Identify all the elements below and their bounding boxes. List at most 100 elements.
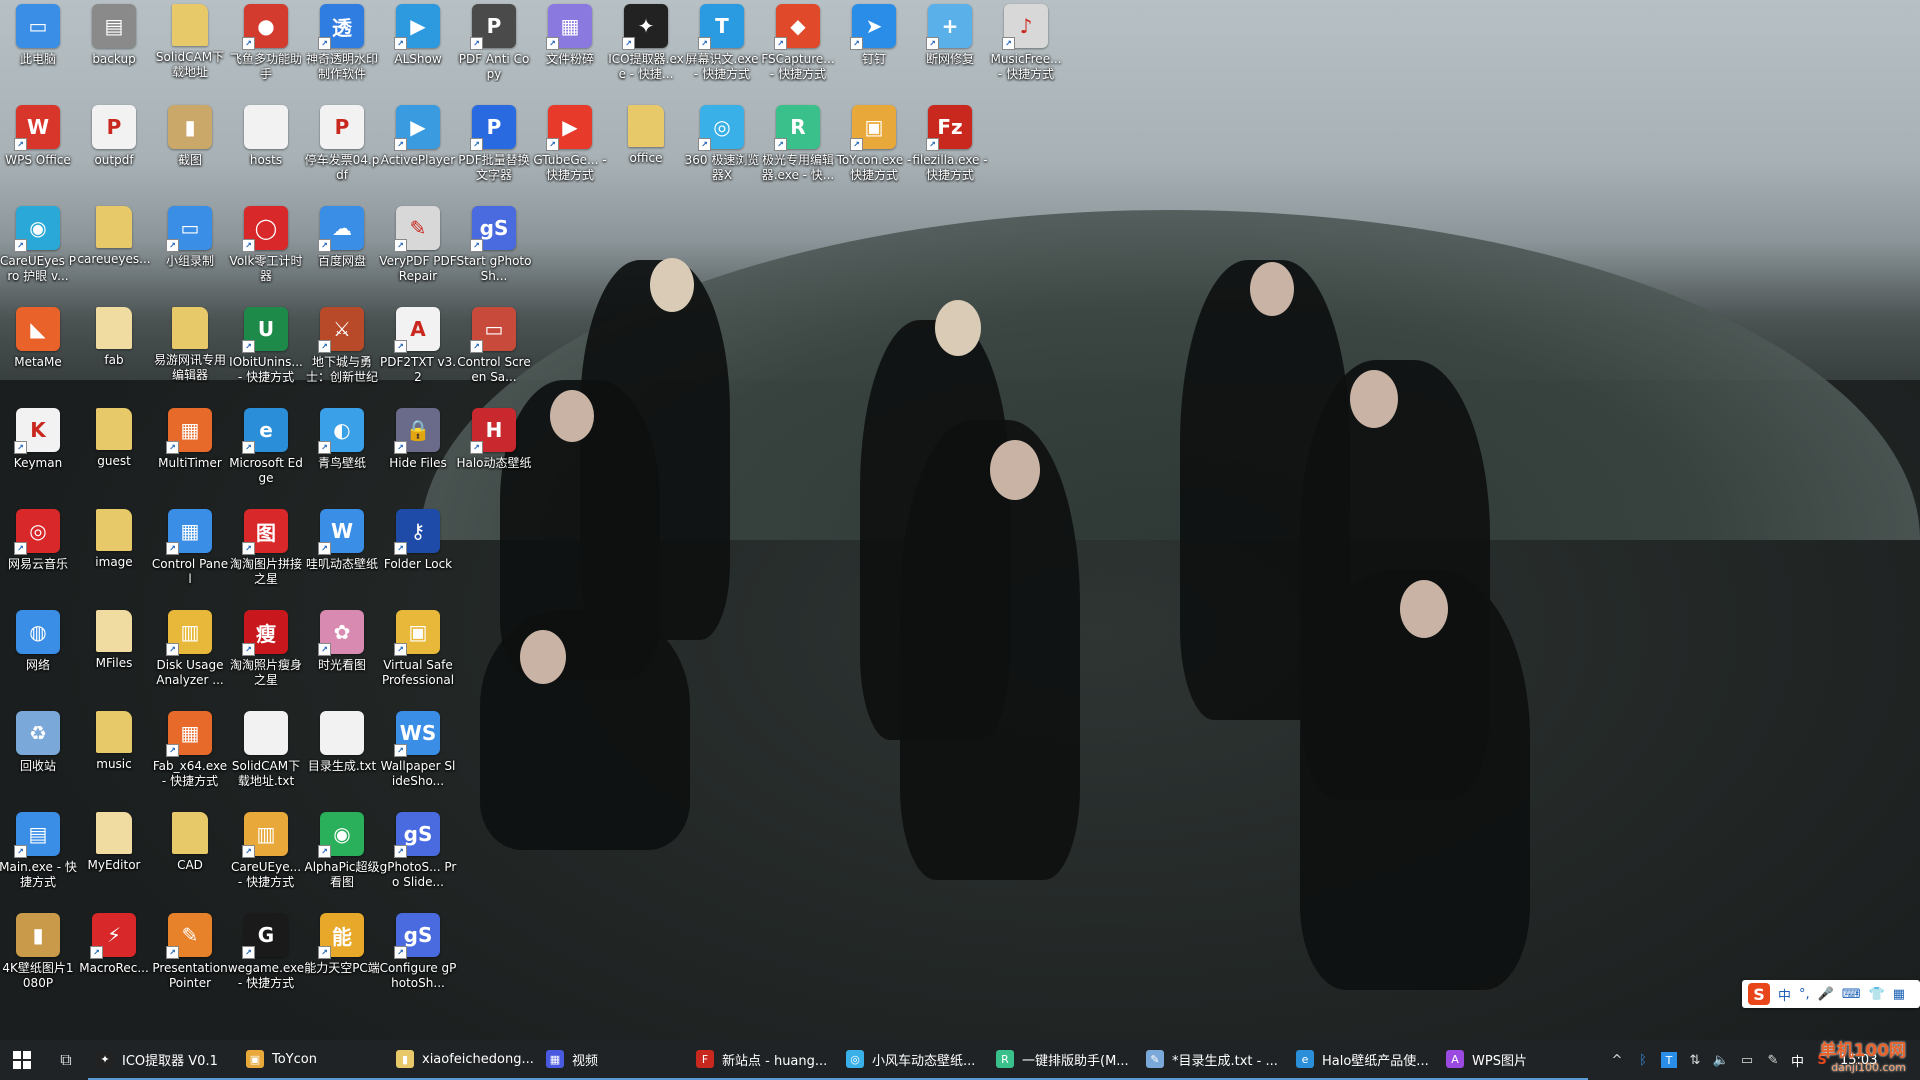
desktop-icon[interactable]: Poutpdf — [76, 101, 152, 201]
taskbar-app-button[interactable]: ✦ ICO提取器 V0.1 — [88, 1040, 238, 1080]
desktop-icon[interactable]: H ↗ Halo动态壁纸 — [456, 404, 532, 504]
desktop-icon[interactable]: W ↗ WPS Office — [0, 101, 76, 201]
taskbar-app-button[interactable]: ✎ *目录生成.txt - ... — [1138, 1040, 1288, 1080]
desktop-icon[interactable]: ▦ ↗ MultiTimer — [152, 404, 228, 504]
desktop-icon[interactable]: P ↗ PDF Anti Copy — [456, 0, 532, 100]
desktop-icon[interactable]: ▦ ↗ Fab_x64.exe - 快捷方式 — [152, 707, 228, 807]
desktop-icon[interactable]: ▦ ↗ 文件粉碎 — [532, 0, 608, 100]
desktop-icon[interactable]: W ↗ 哇叽动态壁纸 — [304, 505, 380, 605]
taskbar-app-button[interactable]: e Halo壁纸产品使... — [1288, 1040, 1438, 1080]
desktop-icon[interactable]: 瘦 ↗ 淘淘照片瘦身之星 — [228, 606, 304, 706]
desktop-icon[interactable]: U ↗ IObitUnins... - 快捷方式 — [228, 303, 304, 403]
tray-app-icon[interactable]: T — [1660, 1052, 1677, 1068]
ime-keyboard-icon[interactable]: ⌨ — [1842, 987, 1861, 1002]
desktop-icon[interactable]: K ↗ Keyman — [0, 404, 76, 504]
bluetooth-icon[interactable]: ᛒ — [1635, 1052, 1651, 1068]
desktop-icon[interactable]: ▶ ↗ GTubeGe... - 快捷方式 — [532, 101, 608, 201]
desktop-icon[interactable]: ◉ ↗ AlphaPic超级看图 — [304, 808, 380, 908]
desktop-icon[interactable]: P ↗ PDF批量替换文字器 — [456, 101, 532, 201]
desktop-icon[interactable]: e ↗ Microsoft Edge — [228, 404, 304, 504]
desktop-icon[interactable]: T ↗ 屏幕识文.exe - 快捷方式 — [684, 0, 760, 100]
desktop-icon[interactable]: P 停车发票04.pdf — [304, 101, 380, 201]
taskbar-app-button[interactable]: A WPS图片 — [1438, 1040, 1588, 1080]
desktop-icon[interactable]: hosts — [228, 101, 304, 201]
desktop-icon[interactable]: ♪ ↗ MusicFree... - 快捷方式 — [988, 0, 1064, 100]
desktop-icon[interactable]: A ↗ PDF2TXT v3.2 — [380, 303, 456, 403]
taskbar-app-button[interactable]: ▮ xiaofeichedong... — [388, 1040, 538, 1080]
ime-toolbar[interactable]: S 中 °, 🎤 ⌨ 👕 ▦ — [1742, 980, 1920, 1008]
desktop-icon[interactable]: ◍ 网络 — [0, 606, 76, 706]
desktop-icon[interactable]: ▭ ↗ Control Screen Sa... — [456, 303, 532, 403]
desktop-icon[interactable]: ◎ ↗ 网易云音乐 — [0, 505, 76, 605]
desktop-icon[interactable]: gS ↗ gPhotoS... Pro Slide... — [380, 808, 456, 908]
task-view-icon[interactable]: ⧉ — [44, 1040, 88, 1080]
desktop-icon[interactable]: ▶ ↗ ALShow — [380, 0, 456, 100]
desktop-icon[interactable]: office — [608, 101, 684, 201]
ime-mode-toggle[interactable]: 中 — [1778, 985, 1791, 1004]
desktop-icon[interactable]: 图 ↗ 淘淘图片拼接之星 — [228, 505, 304, 605]
tray-overflow-chevron-icon[interactable]: ^ — [1609, 1052, 1625, 1068]
desktop-icon[interactable]: SolidCAM下载地址.txt — [228, 707, 304, 807]
desktop-icon[interactable]: Fz ↗ filezilla.exe - 快捷方式 — [912, 101, 988, 201]
start-button[interactable] — [0, 1040, 44, 1080]
desktop-icon[interactable]: MFiles — [76, 606, 152, 706]
desktop-icon[interactable]: ◣ MetaMe — [0, 303, 76, 403]
desktop-icon[interactable]: music — [76, 707, 152, 807]
desktop-icon[interactable]: 🔒 ↗ Hide Files — [380, 404, 456, 504]
volume-icon[interactable]: 🔈 — [1713, 1052, 1729, 1068]
desktop-icon[interactable]: ▤ backup — [76, 0, 152, 100]
desktop-icon[interactable]: ▮ 4K壁纸图片1080P — [0, 909, 76, 1009]
desktop-icon[interactable]: + ↗ 断网修复 — [912, 0, 988, 100]
desktop-icon[interactable]: 易游网讯专用编辑器 — [152, 303, 228, 403]
desktop-icon[interactable]: ▥ ↗ Disk Usage Analyzer ... — [152, 606, 228, 706]
desktop-icon[interactable]: guest — [76, 404, 152, 504]
desktop-icon[interactable]: ☁ ↗ 百度网盘 — [304, 202, 380, 302]
taskbar-app-button[interactable]: ◎ 小风车动态壁纸... — [838, 1040, 988, 1080]
display-icon[interactable]: ▭ — [1739, 1052, 1755, 1068]
desktop-icon[interactable]: 能 ↗ 能力天空PC端 — [304, 909, 380, 1009]
desktop-icon[interactable]: gS ↗ Start gPhotoSh... — [456, 202, 532, 302]
desktop-icon[interactable]: ◉ ↗ CareUEyes Pro 护眼 v... — [0, 202, 76, 302]
desktop-icon[interactable]: ✦ ↗ ICO提取器.exe - 快捷... — [608, 0, 684, 100]
desktop-icon[interactable]: ▭ 此电脑 — [0, 0, 76, 100]
desktop-icon[interactable]: ▦ ↗ Control Panel — [152, 505, 228, 605]
desktop-icon[interactable]: SolidCAM下载地址 — [152, 0, 228, 100]
desktop-icon[interactable]: ✿ ↗ 时光看图 — [304, 606, 380, 706]
sogou-ime-icon[interactable]: S — [1748, 983, 1770, 1005]
taskbar-app-button[interactable]: ▣ ToYcon — [238, 1040, 388, 1080]
desktop-icon[interactable]: ▮ 截图 — [152, 101, 228, 201]
desktop-icon[interactable]: ▤ ↗ Main.exe - 快捷方式 — [0, 808, 77, 908]
input-language[interactable]: 中 — [1791, 1051, 1804, 1070]
desktop-icon[interactable]: gS ↗ Configure gPhotoSh... — [380, 909, 456, 1009]
desktop-icon[interactable]: ⚡ ↗ MacroRec... — [76, 909, 152, 1009]
desktop-icon[interactable]: fab — [76, 303, 152, 403]
desktop-icon[interactable]: ▥ ↗ CareUEye... - 快捷方式 — [228, 808, 304, 908]
desktop-icon[interactable]: R ↗ 极光专用编辑器.exe - 快... — [760, 101, 836, 201]
taskbar-app-button[interactable]: ▦ 视频 — [538, 1040, 688, 1080]
desktop-icon[interactable]: ◎ ↗ 360 极速浏览器X — [684, 101, 760, 201]
desktop-icon[interactable]: 透 ↗ 神奇透明水印制作软件 — [304, 0, 380, 100]
desktop-icon[interactable]: ● ↗ 飞鱼多功能助手 — [228, 0, 304, 100]
desktop-icon[interactable]: ✎ ↗ VeryPDF PDF Repair — [379, 202, 457, 302]
desktop-icon[interactable]: careueyes... — [76, 202, 152, 302]
desktop-icon[interactable]: ▶ ↗ ActivePlayer — [380, 101, 456, 201]
desktop-icon[interactable]: ▣ ↗ Virtual Safe Professional — [380, 606, 456, 706]
desktop-icon[interactable]: ⚔ ↗ 地下城与勇士：创新世纪 — [304, 303, 380, 403]
network-icon[interactable]: ⇅ — [1687, 1052, 1703, 1068]
desktop-icon[interactable]: ◯ ↗ Volk零工计时器 — [228, 202, 304, 302]
desktop-icon[interactable]: ⚷ ↗ Folder Lock — [380, 505, 456, 605]
desktop-icon[interactable]: ▣ ↗ ToYcon.exe - 快捷方式 — [836, 101, 912, 201]
ime-mic-icon[interactable]: 🎤 — [1818, 987, 1834, 1002]
desktop-icon[interactable]: ◐ ↗ 青鸟壁纸 — [304, 404, 380, 504]
desktop-icon[interactable]: ◆ ↗ FSCapture... - 快捷方式 — [760, 0, 836, 100]
ime-punct-icon[interactable]: °, — [1799, 987, 1810, 1002]
desktop-icon[interactable]: 目录生成.txt — [304, 707, 380, 807]
ime-grid-icon[interactable]: ▦ — [1893, 987, 1905, 1002]
ime-skin-icon[interactable]: 👕 — [1869, 987, 1885, 1002]
taskbar-app-button[interactable]: F 新站点 - huang... — [688, 1040, 838, 1080]
pen-icon[interactable]: ✎ — [1765, 1052, 1781, 1068]
desktop-icon[interactable]: ✎ ↗ Presentation Pointer — [152, 909, 228, 1009]
desktop-icon[interactable]: ▭ ↗ 小组录制 — [152, 202, 228, 302]
desktop-icon[interactable]: CAD — [152, 808, 228, 908]
desktop-icon[interactable]: ➤ ↗ 钉钉 — [836, 0, 912, 100]
